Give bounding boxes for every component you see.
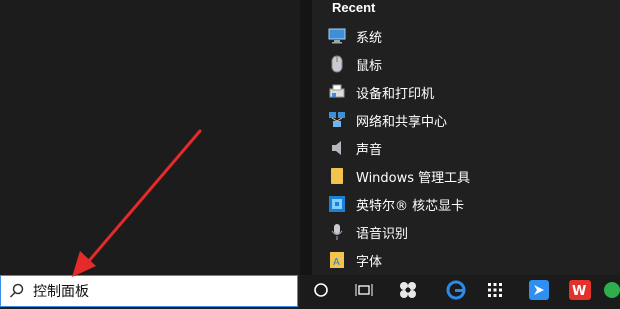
cortana-button[interactable]	[303, 275, 339, 309]
search-icon	[9, 283, 25, 299]
network-sharing-icon	[328, 111, 346, 129]
recent-item-sound[interactable]: 声音	[328, 134, 608, 162]
feishu-button[interactable]	[521, 275, 557, 309]
devices-printers-icon	[328, 83, 346, 101]
wps-button[interactable]: W	[562, 275, 598, 309]
pane-divider	[300, 0, 312, 275]
search-value: 控制面板	[33, 284, 89, 300]
feishu-icon	[529, 279, 549, 305]
intel-graphics-icon	[328, 195, 346, 213]
recent-item-label: 系统	[356, 30, 383, 46]
browser-button[interactable]	[602, 275, 620, 309]
task-view-button[interactable]	[346, 275, 382, 309]
svg-text:W: W	[572, 284, 586, 299]
svg-text:A: A	[333, 257, 340, 268]
edge-icon	[445, 280, 467, 305]
system-icon	[328, 27, 346, 45]
recent-item-windows-admin-tools[interactable]: Windows 管理工具	[328, 162, 608, 190]
recent-item-label: 字体	[356, 254, 383, 270]
recent-item-label: 鼠标	[356, 58, 383, 74]
recent-item-intel-graphics[interactable]: 英特尔® 核芯显卡	[328, 190, 608, 218]
task-view-icon	[355, 282, 373, 303]
recent-item-label: 英特尔® 核芯显卡	[356, 198, 465, 214]
recent-item-label: 设备和打印机	[356, 86, 435, 102]
recent-item-mouse[interactable]: 鼠标	[328, 50, 608, 78]
taskbar: W	[300, 275, 620, 309]
wps-icon: W	[569, 279, 591, 305]
apps-grid-icon	[487, 282, 503, 303]
edge-button[interactable]	[438, 275, 474, 309]
recent-item-devices-printers[interactable]: 设备和打印机	[328, 78, 608, 106]
cortana-icon	[313, 282, 329, 303]
search-input[interactable]: 控制面板	[0, 275, 298, 307]
mouse-icon	[328, 55, 346, 73]
folder-icon	[328, 167, 346, 185]
recent-item-label: 网络和共享中心	[356, 114, 448, 130]
fonts-icon: A	[328, 251, 346, 269]
taskbar-app-button[interactable]	[390, 275, 426, 309]
recent-item-network-sharing[interactable]: 网络和共享中心	[328, 106, 608, 134]
recent-item-label: 语音识别	[356, 226, 409, 242]
left-pane	[0, 0, 300, 275]
recent-panel: Recent 系统 鼠标 设备和打印机 网络和共享中心 声音 Windows 管…	[312, 0, 620, 275]
browser-icon	[602, 280, 620, 305]
recent-item-label: 声音	[356, 142, 383, 158]
apps-grid-button[interactable]	[477, 275, 513, 309]
sound-icon	[328, 139, 346, 157]
recent-item-speech-recognition[interactable]: 语音识别	[328, 218, 608, 246]
recent-item-system[interactable]: 系统	[328, 22, 608, 50]
microphone-icon	[328, 223, 346, 241]
recent-item-label: Windows 管理工具	[356, 170, 471, 186]
app-icon	[398, 280, 418, 305]
recent-section-title: Recent	[332, 0, 376, 15]
recent-item-fonts[interactable]: A 字体	[328, 246, 608, 274]
